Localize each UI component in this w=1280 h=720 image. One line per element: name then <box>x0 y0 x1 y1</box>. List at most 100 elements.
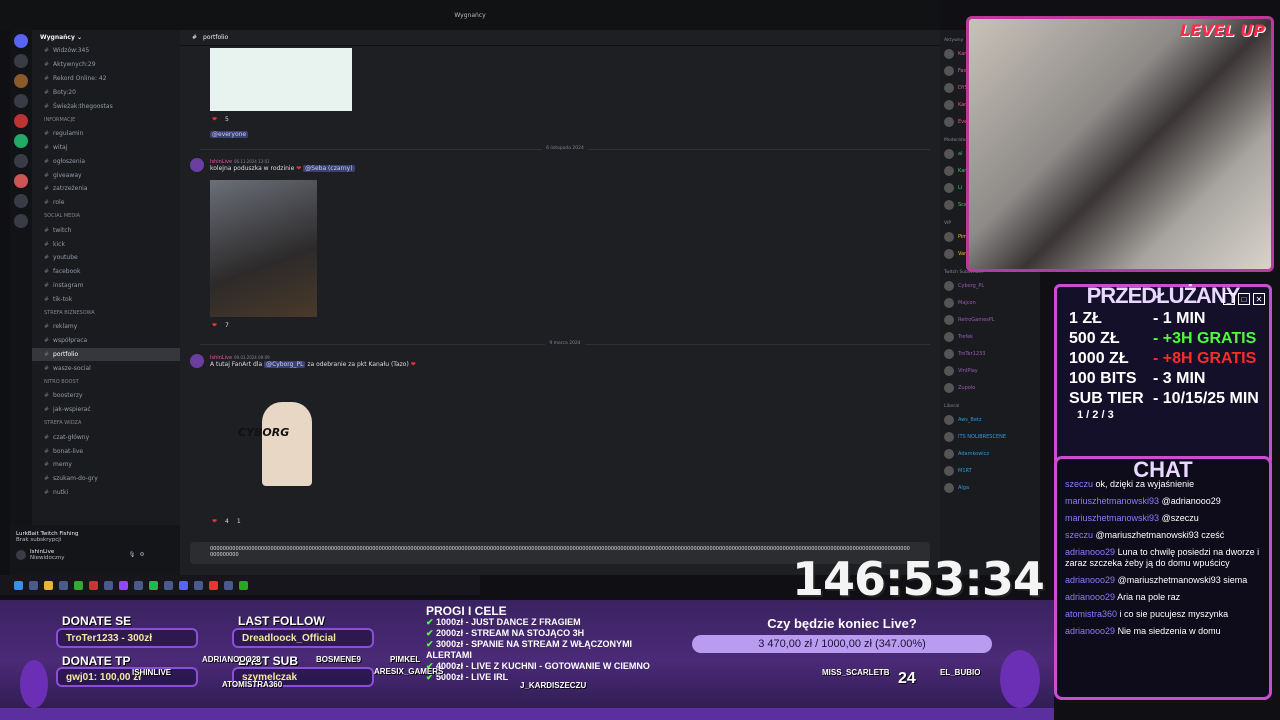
taskbar-app-icon[interactable] <box>239 580 248 590</box>
reaction-bar[interactable]: ❤ 4 1 <box>212 518 241 525</box>
taskbar-app-icon[interactable] <box>179 580 188 590</box>
member-item[interactable]: VinIPlay <box>940 362 1040 379</box>
channel-item[interactable]: # kick <box>32 237 180 251</box>
avatar <box>944 48 954 59</box>
member-item[interactable]: TroTer1233 <box>940 345 1040 362</box>
server-icon[interactable] <box>14 194 28 208</box>
server-icon[interactable] <box>14 54 28 68</box>
taskbar-app-icon[interactable] <box>119 580 128 590</box>
channel-item[interactable]: # szukam-do-gry <box>32 472 180 486</box>
taskbar-app-icon[interactable] <box>134 580 143 590</box>
member-item[interactable]: Majcon <box>940 294 1040 311</box>
taskbar-app-icon[interactable] <box>74 580 83 590</box>
server-icon[interactable] <box>14 134 28 148</box>
hash-icon: # <box>44 364 50 372</box>
hash-icon: # <box>44 337 50 345</box>
server-icon[interactable] <box>14 114 28 128</box>
settings-icon[interactable]: ⚙ <box>140 552 145 558</box>
member-item[interactable]: Aws_Betz <box>940 411 1040 428</box>
avatar[interactable] <box>16 550 26 560</box>
avatar <box>944 297 954 308</box>
goal-progress-bar: 3 470,00 zł / 1000,00 zł (347.00%) <box>692 635 992 653</box>
channel-item[interactable]: # Boty:20 <box>32 85 180 99</box>
channel-category[interactable]: INFORMACJE <box>32 113 180 127</box>
channel-item[interactable]: # czat-główny <box>32 430 180 444</box>
channel-item[interactable]: # reklamy <box>32 320 180 334</box>
member-item[interactable]: ITS NOLIBRESCENE <box>940 428 1040 445</box>
server-name[interactable]: Wygnańcy ⌄ <box>32 30 180 44</box>
member-item[interactable]: Alga <box>940 479 1040 496</box>
discord-home-icon[interactable] <box>14 34 28 48</box>
channel-item[interactable]: # ogłoszenia <box>32 154 180 168</box>
channel-item[interactable]: # jak-wspierać <box>32 403 180 417</box>
member-item[interactable]: RetroGamesPL <box>940 311 1040 328</box>
taskbar-app-icon[interactable] <box>59 580 68 590</box>
server-icon[interactable] <box>14 154 28 168</box>
everyone-mention[interactable]: @everyone <box>210 131 249 138</box>
channel-item[interactable]: # zatrzeżenia <box>32 182 180 196</box>
mention[interactable]: @Cyborg_PL <box>264 361 306 368</box>
tier-labels: 1 / 2 / 3 <box>1077 409 1114 421</box>
taskbar-app-icon[interactable] <box>209 580 218 590</box>
channel-item[interactable]: # giveaway <box>32 168 180 182</box>
taskbar-app-icon[interactable] <box>164 580 173 590</box>
level-up-logo: LEVEL UP <box>1180 21 1265 40</box>
hash-icon: # <box>44 130 50 138</box>
chat-username: mariuszhetmanowski93 <box>1065 513 1160 523</box>
channel-item[interactable]: # instagram <box>32 279 180 293</box>
reaction-bar[interactable]: ❤ 5 <box>212 116 229 123</box>
member-item[interactable]: M1RT <box>940 462 1040 479</box>
member-item[interactable]: Cyborg_PL <box>940 277 1040 294</box>
channel-item[interactable]: # facebook <box>32 265 180 279</box>
channel-item[interactable]: # wasze-social <box>32 361 180 375</box>
channel-category[interactable]: SOCIAL MEDIA <box>32 210 180 224</box>
add-server-icon[interactable] <box>14 214 28 228</box>
member-item[interactable]: Adamkowicz <box>940 445 1040 462</box>
channel-item[interactable]: # portfolio <box>32 347 180 362</box>
mention[interactable]: @Seba (czarny) <box>303 165 355 172</box>
channel-category[interactable]: STREFA BIZNESOWA <box>32 306 180 320</box>
server-icon[interactable] <box>14 174 28 188</box>
channel-item[interactable]: # Świeżak:thegoostas <box>32 99 180 113</box>
channel-item[interactable]: # bonat-live <box>32 444 180 458</box>
channel-label: STREFA WIDZA <box>44 420 82 427</box>
channel-item[interactable]: # Widzów:345 <box>32 44 180 58</box>
windows-start-icon[interactable] <box>14 580 23 590</box>
mic-icon[interactable]: 🎙 <box>129 552 136 558</box>
server-icon[interactable] <box>14 94 28 108</box>
viewer-name: PIMKEL <box>390 655 421 664</box>
reaction-bar[interactable]: ❤ 7 <box>212 322 229 329</box>
channel-item[interactable]: # youtube <box>32 251 180 265</box>
taskbar-app-icon[interactable] <box>224 580 233 590</box>
taskbar-app-icon[interactable] <box>29 580 38 590</box>
channel-item[interactable]: # nutki <box>32 486 180 500</box>
member-name: ITS NOLIBRESCENE <box>958 433 1007 440</box>
channel-item[interactable]: # współpraca <box>32 334 180 348</box>
member-item[interactable]: Trefek <box>940 328 1040 345</box>
hash-icon: # <box>44 406 50 414</box>
taskbar-app-icon[interactable] <box>89 580 98 590</box>
channel-item[interactable]: # role <box>32 196 180 210</box>
taskbar-app-icon[interactable] <box>194 580 203 590</box>
taskbar-app-icon[interactable] <box>149 580 158 590</box>
channel-item[interactable]: # boosterzy <box>32 389 180 403</box>
channel-item[interactable]: # tik-tok <box>32 292 180 306</box>
member-item[interactable]: Zupolo <box>940 379 1040 396</box>
image-attachment[interactable] <box>210 48 352 111</box>
taskbar-app-icon[interactable] <box>104 580 113 590</box>
channel-category[interactable]: NITRO BOOST <box>32 375 180 389</box>
taskbar-app-icon[interactable] <box>44 580 53 590</box>
channel-item[interactable]: # witaj <box>32 141 180 155</box>
channel-item[interactable]: # twitch <box>32 223 180 237</box>
channel-item[interactable]: # Aktywnych:29 <box>32 58 180 72</box>
channel-item[interactable]: # Rekord Online: 42 <box>32 72 180 86</box>
server-icon[interactable] <box>14 74 28 88</box>
channel-item[interactable]: # memy <box>32 458 180 472</box>
channel-category[interactable]: STREFA WIDZA <box>32 417 180 431</box>
photo-attachment[interactable] <box>210 180 317 317</box>
channel-item[interactable]: # regulamin <box>32 127 180 141</box>
fanart-image[interactable]: CYBORG <box>232 396 350 494</box>
avatar[interactable] <box>190 158 204 172</box>
reaction-count: 4 <box>225 518 229 525</box>
avatar[interactable] <box>190 354 204 368</box>
